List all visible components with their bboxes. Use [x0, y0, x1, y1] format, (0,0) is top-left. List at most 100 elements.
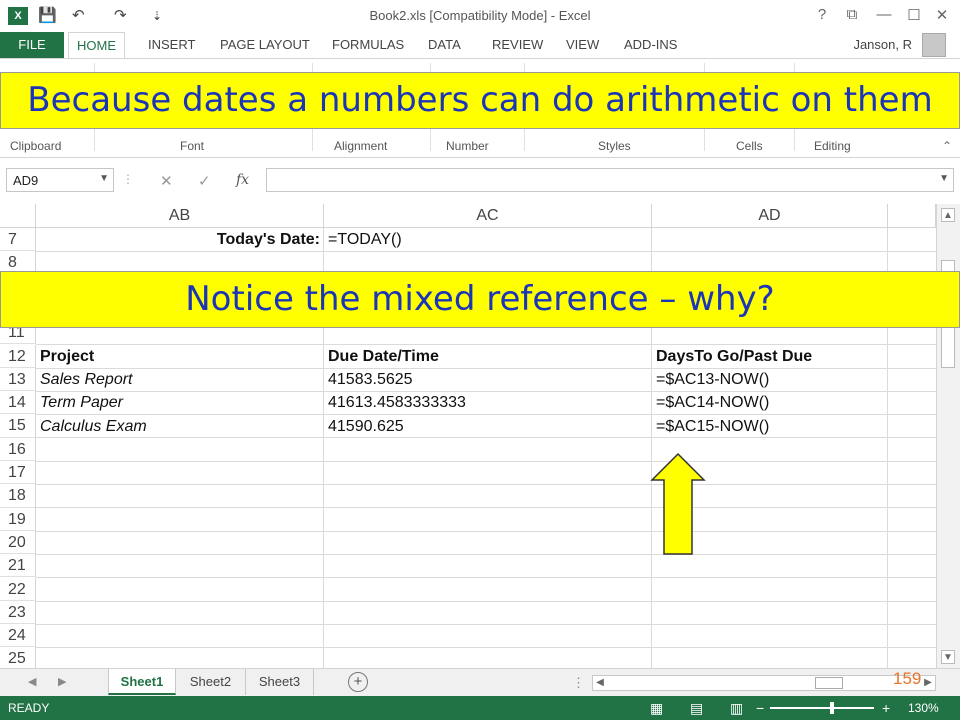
arrow-shape: [650, 452, 706, 555]
cell-ab7[interactable]: Today's Date:: [36, 228, 324, 251]
cell-ab12[interactable]: Project: [36, 345, 324, 368]
row-header[interactable]: 23: [0, 600, 36, 625]
row-header[interactable]: 14: [0, 391, 36, 415]
column-header-ac[interactable]: AC: [324, 204, 652, 228]
status-ready: READY: [8, 701, 50, 715]
title-bar: X 💾 ↶ ↷ ⇣ Book2.xls [Compatibility Mode]…: [0, 0, 960, 32]
zoom-in-icon[interactable]: +: [882, 700, 890, 716]
cell-ad15[interactable]: =$AC15-NOW(): [652, 415, 888, 438]
row-header[interactable]: 15: [0, 414, 36, 438]
name-box-value: AD9: [13, 173, 39, 188]
group-label-number: Number: [446, 139, 489, 153]
minimize-icon[interactable]: —: [874, 6, 894, 23]
row-header[interactable]: 22: [0, 577, 36, 601]
ribbon-display-icon[interactable]: ⧉: [842, 6, 862, 23]
group-label-clipboard: Clipboard: [10, 139, 62, 153]
tab-sheet2[interactable]: Sheet2: [176, 669, 246, 695]
cell-ac7[interactable]: =TODAY(): [324, 228, 652, 251]
group-label-styles: Styles: [598, 139, 631, 153]
tab-view[interactable]: VIEW: [558, 32, 607, 58]
row-header[interactable]: 24: [0, 624, 36, 648]
sheet-tab-bar: ◀ ▶ Sheet1 Sheet2 Sheet3 + ⋮ ◀ ▶ 159: [0, 668, 960, 696]
formula-input[interactable]: ▼: [266, 168, 954, 192]
zoom-slider[interactable]: [770, 707, 874, 709]
user-name[interactable]: Janson, R: [853, 37, 912, 52]
cell-ac15[interactable]: 41590.625: [324, 415, 652, 438]
zoom-out-icon[interactable]: −: [756, 700, 764, 716]
cell-ad13[interactable]: =$AC13-NOW(): [652, 368, 888, 391]
cell-ab13[interactable]: Sales Report: [36, 368, 324, 391]
gridline: [36, 601, 936, 602]
scroll-left-icon[interactable]: ◀: [593, 676, 607, 690]
column-header-ad[interactable]: AD: [652, 204, 888, 228]
row-header[interactable]: 21: [0, 554, 36, 578]
tab-add-ins[interactable]: ADD-INS: [616, 32, 685, 58]
zoom-slider-thumb[interactable]: [830, 702, 834, 714]
tab-sheet1[interactable]: Sheet1: [108, 669, 176, 695]
tab-home[interactable]: HOME: [68, 32, 125, 59]
cell-ad14[interactable]: =$AC14-NOW(): [652, 391, 888, 414]
cell-ac14[interactable]: 41613.4583333333: [324, 391, 652, 414]
tab-review[interactable]: REVIEW: [484, 32, 551, 58]
cell-ac12[interactable]: Due Date/Time: [324, 345, 652, 368]
scroll-right-icon[interactable]: ▶: [921, 676, 935, 690]
tab-insert[interactable]: INSERT: [140, 32, 203, 58]
scrollbar-thumb[interactable]: [815, 677, 843, 689]
help-icon[interactable]: ?: [812, 6, 832, 23]
restore-icon[interactable]: ☐: [904, 6, 924, 24]
page-layout-view-icon[interactable]: ▤: [690, 700, 703, 717]
tab-sheet3[interactable]: Sheet3: [246, 669, 314, 695]
zoom-level[interactable]: 130%: [908, 701, 939, 715]
row-header[interactable]: 13: [0, 367, 36, 392]
row-header[interactable]: 12: [0, 344, 36, 368]
column-header-ab[interactable]: AB: [36, 204, 324, 228]
normal-view-icon[interactable]: ▦: [650, 700, 663, 717]
chevron-down-icon[interactable]: ▼: [99, 173, 109, 184]
row-header[interactable]: 16: [0, 437, 36, 461]
previous-sheet-icon[interactable]: ◀: [28, 675, 36, 688]
ribbon-tabs: FILE HOME INSERT PAGE LAYOUT FORMULAS DA…: [0, 32, 960, 59]
row-header[interactable]: 20: [0, 530, 36, 555]
horizontal-scrollbar[interactable]: ◀ ▶: [592, 675, 936, 691]
tab-page-layout[interactable]: PAGE LAYOUT: [212, 32, 318, 58]
avatar[interactable]: [922, 33, 946, 57]
callout-banner-top: Because dates a numbers can do arithmeti…: [0, 72, 960, 129]
row-header[interactable]: 17: [0, 461, 36, 485]
cell-ab15[interactable]: Calculus Exam: [36, 415, 324, 438]
gridline: [36, 507, 936, 508]
insert-function-icon[interactable]: fx: [236, 172, 249, 188]
column-header-next[interactable]: [888, 204, 936, 228]
row-header[interactable]: 19: [0, 507, 36, 531]
tab-file[interactable]: FILE: [0, 32, 64, 58]
gridline: [36, 554, 936, 555]
expand-formula-bar-icon[interactable]: ▼: [939, 173, 949, 184]
cell-ac13[interactable]: 41583.5625: [324, 368, 652, 391]
add-sheet-icon[interactable]: +: [348, 672, 368, 692]
formula-bar: AD9 ▼ ⋮ ✕ ✓ fx ▼: [0, 160, 960, 200]
row-header[interactable]: 18: [0, 484, 36, 508]
scroll-down-icon[interactable]: ▼: [941, 650, 955, 664]
select-all-corner[interactable]: [0, 204, 36, 228]
gridline: [36, 484, 936, 485]
page-break-view-icon[interactable]: ▥: [730, 700, 743, 717]
cancel-icon[interactable]: ✕: [160, 172, 173, 190]
row-header[interactable]: 25: [0, 647, 36, 668]
enter-icon[interactable]: ✓: [198, 172, 211, 190]
close-icon[interactable]: ✕: [932, 6, 952, 24]
collapse-ribbon-icon[interactable]: ⌃: [942, 139, 952, 153]
gridline: [36, 624, 936, 625]
cell-ab14[interactable]: Term Paper: [36, 391, 324, 414]
tab-data[interactable]: DATA: [420, 32, 469, 58]
row-header[interactable]: 7: [0, 228, 36, 252]
gridline: [36, 531, 936, 532]
scroll-up-icon[interactable]: ▲: [941, 208, 955, 222]
group-label-alignment: Alignment: [334, 139, 388, 153]
next-sheet-icon[interactable]: ▶: [58, 675, 66, 688]
cell-ad12[interactable]: DaysTo Go/Past Due: [652, 345, 888, 368]
group-label-editing: Editing: [814, 139, 851, 153]
dots-icon: ⋮: [122, 172, 134, 186]
name-box[interactable]: AD9 ▼: [6, 168, 114, 192]
tab-formulas[interactable]: FORMULAS: [324, 32, 412, 58]
gridline: [36, 461, 936, 462]
group-label-cells: Cells: [736, 139, 763, 153]
